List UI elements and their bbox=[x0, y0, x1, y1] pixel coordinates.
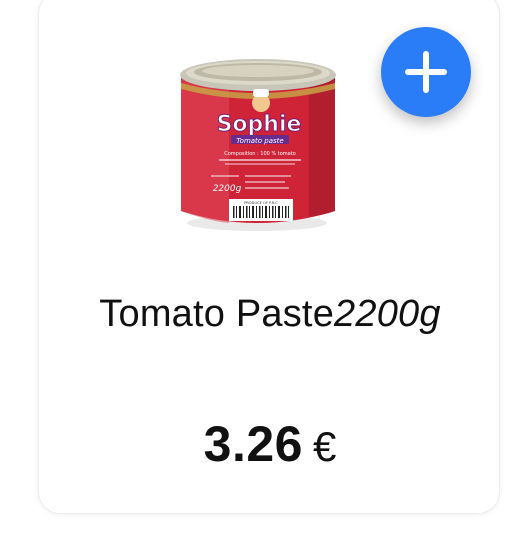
can-brand-text: Sophie bbox=[217, 112, 302, 137]
add-to-cart-button[interactable] bbox=[381, 27, 471, 117]
product-card[interactable]: Sophie Tomato paste Composition : 100 % … bbox=[38, 0, 500, 514]
can-weight-text: 2200g bbox=[213, 184, 242, 194]
product-title: Tomato Paste2200g bbox=[39, 293, 501, 336]
barcode-caption: PRODUCE OF P.R.C bbox=[244, 201, 278, 205]
product-image[interactable]: Sophie Tomato paste Composition : 100 % … bbox=[169, 53, 345, 233]
product-weight: 2200g bbox=[334, 293, 441, 335]
product-name: Tomato Paste bbox=[99, 293, 335, 335]
can-composition-text: Composition : 100 % tomato bbox=[224, 151, 296, 157]
plus-icon bbox=[405, 51, 447, 93]
price-currency: € bbox=[312, 423, 337, 470]
can-line-text: Tomato paste bbox=[236, 137, 284, 145]
price-value: 3.26 bbox=[203, 416, 303, 472]
product-price: 3.26 € bbox=[39, 415, 501, 473]
tomato-paste-can-image: Sophie Tomato paste Composition : 100 % … bbox=[180, 59, 336, 231]
